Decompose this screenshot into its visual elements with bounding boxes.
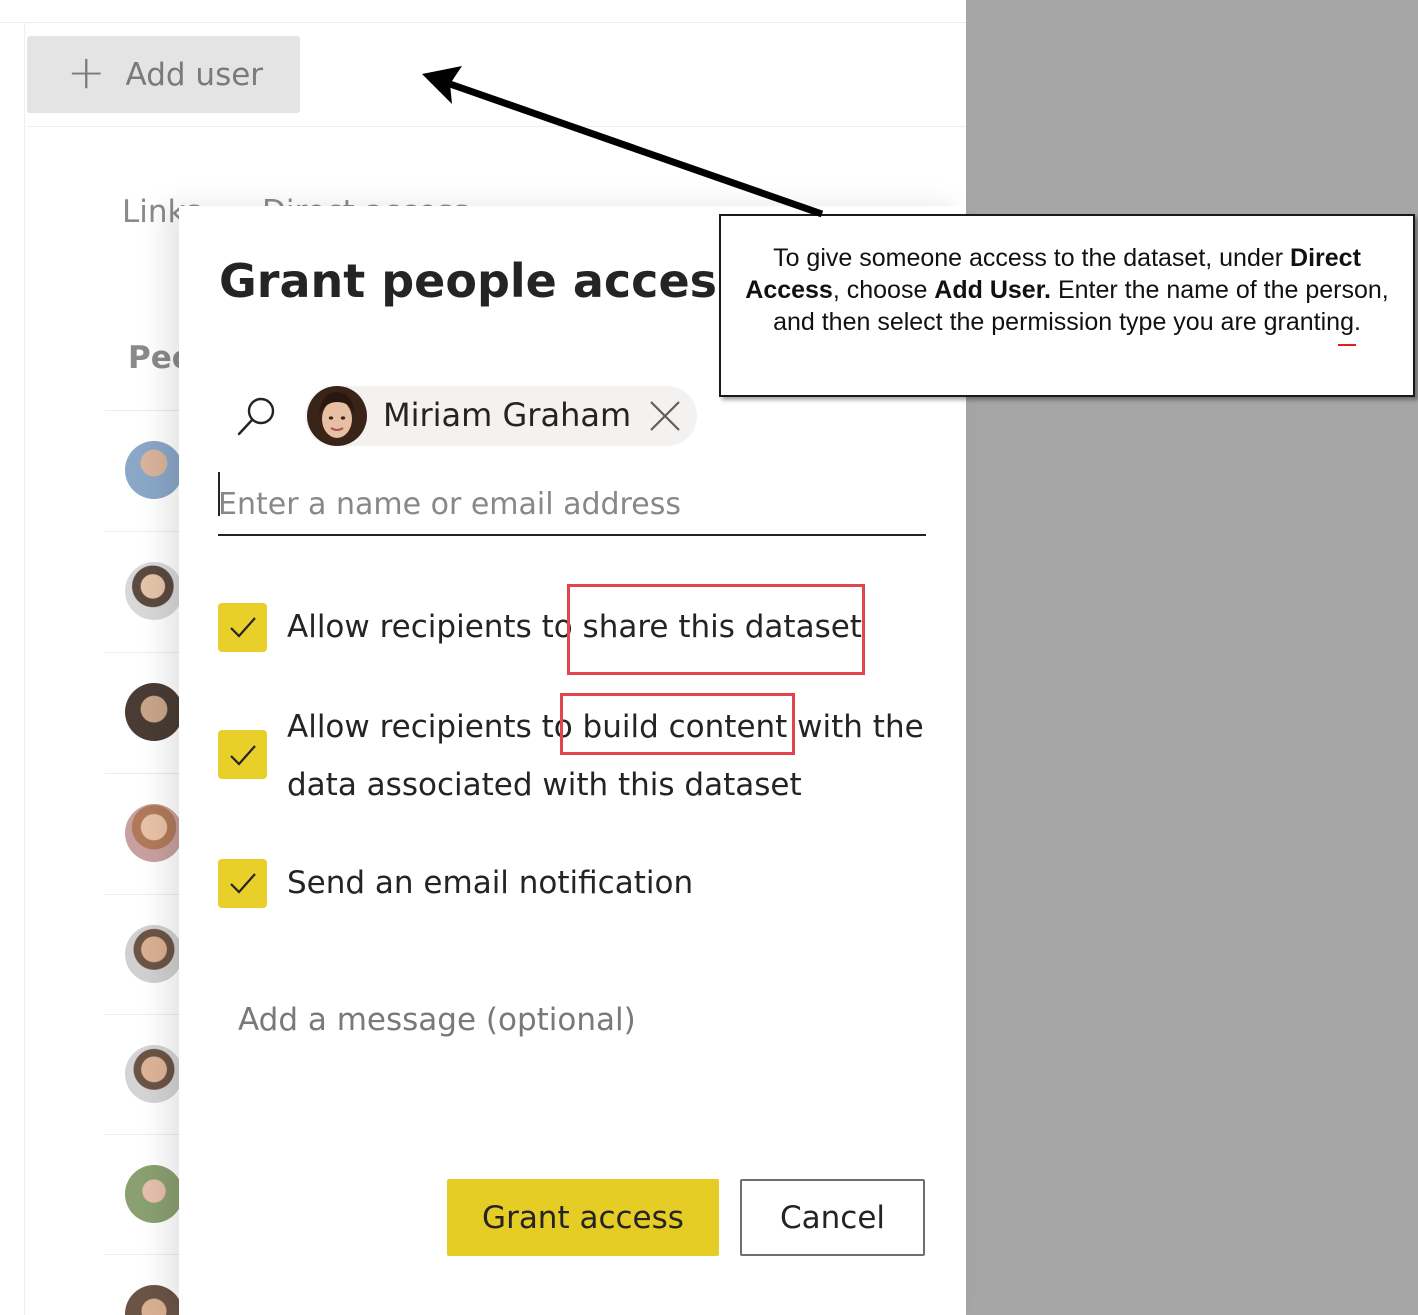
top-divider [0, 22, 966, 23]
build-content-highlight-box [560, 693, 795, 755]
recipient-chip[interactable]: Miriam Graham [305, 386, 697, 446]
left-divider [24, 22, 25, 1315]
avatar [125, 562, 183, 620]
option-email-notification[interactable]: Send an email notification [218, 854, 693, 912]
recipient-name: Miriam Graham [383, 396, 632, 434]
callout-text-2: , choose [832, 276, 935, 304]
avatar [125, 925, 183, 983]
message-input[interactable] [238, 990, 918, 1050]
callout-bold-2: Add User. [934, 276, 1051, 304]
avatar [125, 1165, 183, 1223]
spellcheck-mark [1338, 344, 1356, 346]
cancel-button[interactable]: Cancel [740, 1179, 925, 1256]
avatar [125, 1045, 183, 1103]
avatar [125, 683, 183, 741]
close-icon[interactable] [647, 398, 683, 434]
option-build-label-line2: data associated with this dataset [287, 767, 802, 803]
plus-icon: + [67, 44, 106, 99]
checkmark-icon [229, 744, 256, 766]
callout-text-1: To give someone access to the dataset, u… [773, 244, 1291, 272]
checkbox-build[interactable] [218, 730, 267, 779]
checkmark-icon [229, 873, 256, 894]
option-email-label: Send an email notification [287, 865, 694, 901]
checkbox-email[interactable] [218, 858, 267, 908]
instruction-callout: To give someone access to the dataset, u… [719, 214, 1415, 397]
avatar [125, 1285, 183, 1315]
add-user-label: Add user [125, 56, 264, 93]
checkmark-icon [229, 617, 256, 638]
toolbar-divider [27, 126, 966, 127]
add-user-button[interactable]: + Add user [27, 36, 300, 113]
grant-access-button[interactable]: Grant access [447, 1179, 719, 1256]
search-icon [237, 397, 275, 436]
avatar [307, 386, 367, 446]
share-highlight-box [567, 584, 865, 675]
text-caret [218, 472, 220, 516]
checkbox-share[interactable] [218, 602, 267, 652]
dialog-title: Grant people access [219, 254, 745, 308]
name-or-email-input[interactable] [218, 474, 926, 536]
avatar [125, 804, 183, 862]
avatar [125, 441, 183, 499]
